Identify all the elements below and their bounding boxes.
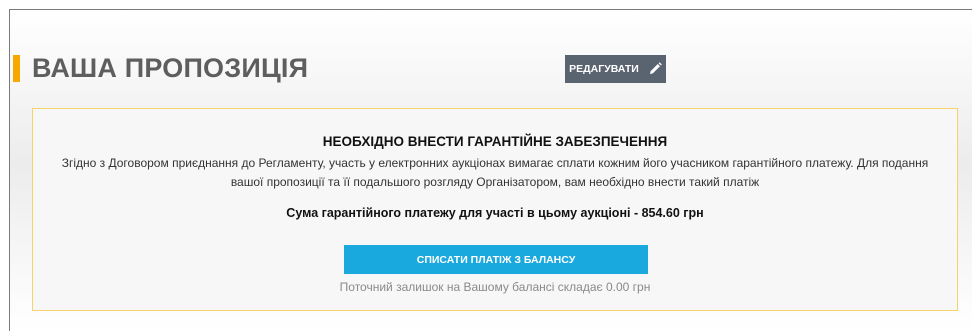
notice-description: Згідно з Договором приєднання до Регламе… — [61, 156, 929, 189]
edit-button-label: РЕДАГУВАТИ — [569, 63, 639, 75]
section-accent-bar — [13, 55, 20, 82]
section-title: ВАША ПРОПОЗИЦІЯ — [32, 53, 309, 83]
pay-from-balance-button[interactable]: СПИСАТИ ПЛАТІЖ З БАЛАНСУ — [344, 245, 648, 274]
notice-title: НЕОБХІДНО ВНЕСТИ ГАРАНТІЙНЕ ЗАБЕЗПЕЧЕННЯ — [322, 134, 668, 149]
pencil-icon — [649, 62, 662, 74]
current-balance-text: Поточний залишок на Вашому балансі склад… — [339, 280, 651, 294]
edit-button[interactable]: РЕДАГУВАТИ — [565, 55, 666, 83]
guarantee-sum-text: Сума гарантійного платежу для участі в ц… — [286, 206, 704, 220]
guarantee-notice-panel: НЕОБХІДНО ВНЕСТИ ГАРАНТІЙНЕ ЗАБЕЗПЕЧЕННЯ… — [32, 108, 958, 311]
